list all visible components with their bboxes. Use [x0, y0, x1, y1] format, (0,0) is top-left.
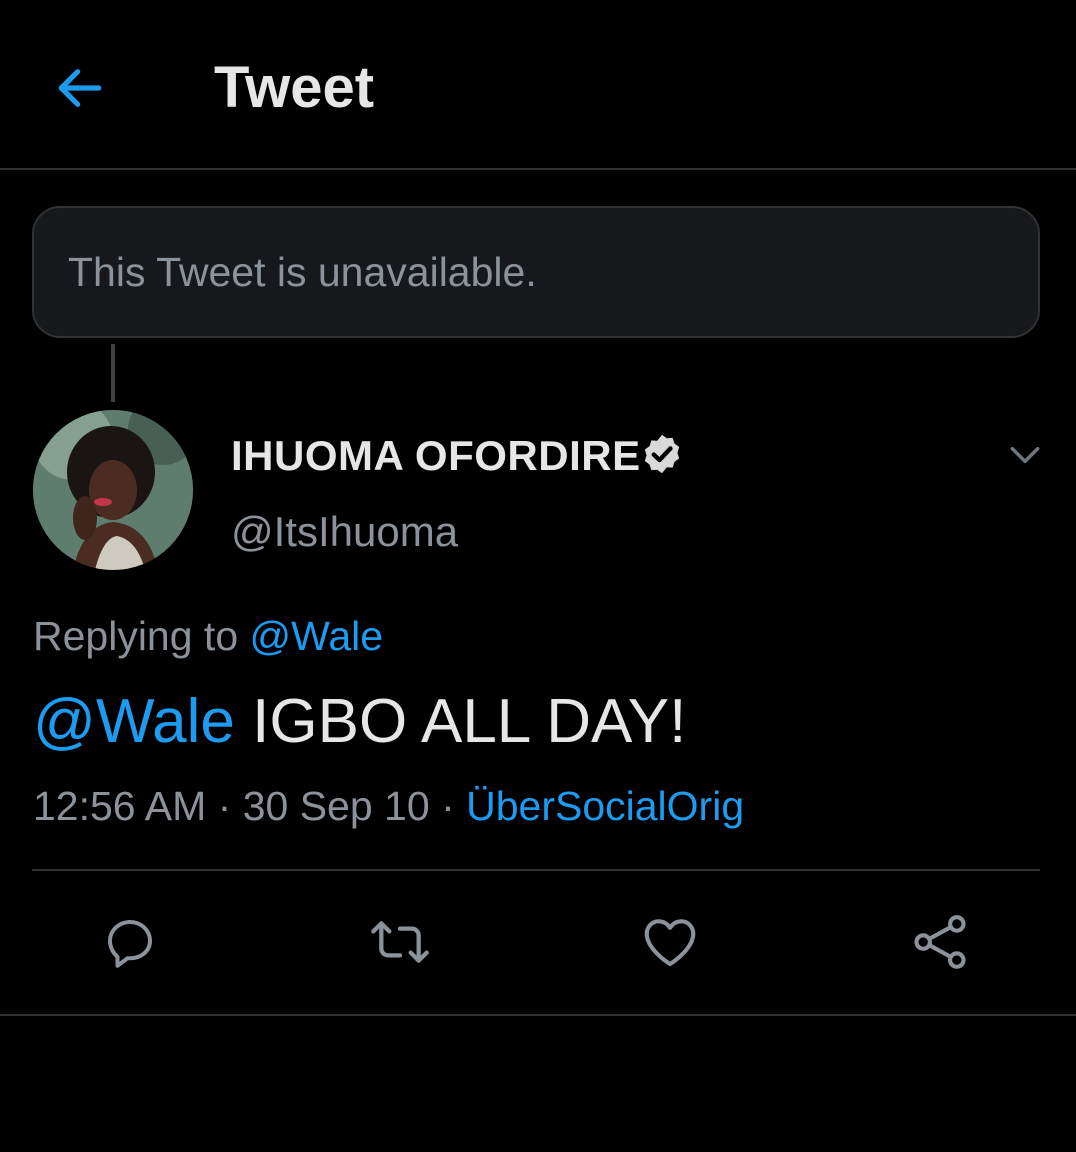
tweet-body: @Wale IGBO ALL DAY! — [33, 686, 686, 758]
avatar[interactable] — [33, 410, 193, 570]
replying-to-line: Replying to @Wale — [33, 612, 383, 660]
replying-to-link[interactable]: @Wale — [250, 613, 384, 659]
verified-badge-icon — [644, 434, 680, 474]
arrow-left-icon — [58, 69, 102, 107]
tweet-text: IGBO ALL DAY! — [252, 687, 687, 756]
tweet-time: 12:56 AM — [33, 783, 207, 829]
tweet-options-button[interactable] — [1000, 430, 1050, 480]
mention-link[interactable]: @Wale — [33, 687, 235, 756]
tweet-date: 30 Sep 10 — [242, 783, 430, 829]
thread-connector — [111, 344, 115, 402]
like-button[interactable] — [638, 910, 702, 974]
author-handle[interactable]: @ItsIhuoma — [231, 508, 458, 556]
retweet-icon — [371, 921, 429, 963]
meta-separator: · — [441, 783, 455, 829]
like-icon — [644, 919, 696, 967]
divider — [32, 869, 1040, 871]
avatar-image — [33, 410, 193, 570]
chevron-down-icon — [1010, 446, 1040, 464]
back-button[interactable] — [48, 56, 112, 120]
tweet-metadata: 12:56 AM · 30 Sep 10 · ÜberSocialOrig — [33, 782, 744, 830]
tweet-actions-bar — [0, 900, 1076, 988]
replying-label: Replying to — [33, 613, 239, 659]
unavailable-tweet-card: This Tweet is unavailable. — [32, 206, 1040, 338]
divider — [0, 1014, 1076, 1016]
share-button[interactable] — [908, 910, 972, 974]
tweet-source-link[interactable]: ÜberSocialOrig — [466, 783, 744, 829]
share-icon — [914, 915, 966, 969]
top-bar: Tweet — [0, 0, 1076, 170]
page-title: Tweet — [214, 55, 375, 120]
unavailable-message: This Tweet is unavailable. — [68, 249, 537, 295]
author-display-name[interactable]: IHUOMA OFORDIRE — [231, 432, 641, 480]
reply-icon — [108, 920, 152, 968]
retweet-button[interactable] — [368, 910, 432, 974]
reply-button[interactable] — [98, 910, 162, 974]
meta-separator: · — [217, 783, 232, 829]
